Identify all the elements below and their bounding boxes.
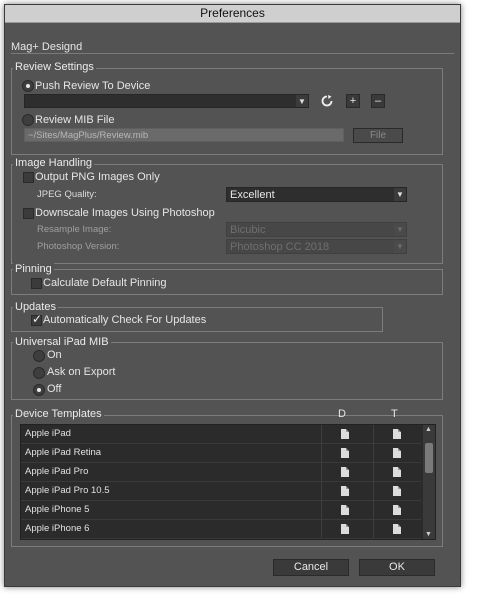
- device-name: Apple iPad Pro 10.5: [25, 485, 110, 496]
- universal-mib-title: Universal iPad MIB: [13, 336, 111, 348]
- device-templates-table: Apple iPad Apple iPad Retina Apple iPad …: [20, 424, 436, 540]
- window-title: Preferences: [5, 5, 460, 23]
- calculate-pinning-label: Calculate Default Pinning: [43, 277, 167, 289]
- photoshop-version-label: Photoshop Version:: [37, 241, 120, 252]
- document-icon[interactable]: [341, 505, 349, 515]
- review-settings-title: Review Settings: [13, 61, 96, 73]
- resample-dropdown[interactable]: Bicubic ▼: [226, 222, 407, 237]
- scroll-up-icon[interactable]: ▲: [425, 426, 432, 433]
- chevron-down-icon: ▼: [394, 240, 406, 253]
- document-icon[interactable]: [393, 429, 401, 439]
- push-review-radio[interactable]: [22, 80, 34, 92]
- device-name: Apple iPad Pro: [25, 466, 89, 477]
- column-d-header: D: [338, 408, 346, 420]
- universal-ask-label: Ask on Export: [47, 366, 116, 378]
- output-png-checkbox[interactable]: [23, 172, 34, 183]
- downscale-checkbox[interactable]: [23, 208, 34, 219]
- chevron-down-icon: ▼: [296, 95, 308, 107]
- cancel-button[interactable]: Cancel: [273, 559, 349, 576]
- universal-ask-radio[interactable]: [33, 367, 45, 379]
- table-row[interactable]: Apple iPhone 6: [21, 520, 421, 539]
- document-icon[interactable]: [393, 467, 401, 477]
- divider: [373, 520, 374, 538]
- document-icon[interactable]: [341, 448, 349, 458]
- document-icon[interactable]: [393, 524, 401, 534]
- table-row[interactable]: Apple iPhone 5: [21, 501, 421, 520]
- image-handling-title: Image Handling: [13, 157, 95, 169]
- device-name: Apple iPad Retina: [25, 447, 102, 458]
- device-name: Apple iPad: [25, 428, 71, 439]
- calculate-pinning-checkbox[interactable]: [31, 278, 42, 289]
- divider: [321, 482, 322, 500]
- mib-path-field[interactable]: ~/Sites/MagPlus/Review.mib: [24, 128, 344, 142]
- push-review-label: Push Review To Device: [35, 80, 151, 92]
- pinning-title: Pinning: [13, 263, 54, 275]
- device-templates-title: Device Templates: [13, 408, 104, 420]
- document-icon[interactable]: [341, 524, 349, 534]
- divider: [321, 520, 322, 538]
- table-row[interactable]: Apple iPad Pro: [21, 463, 421, 482]
- refresh-icon[interactable]: [321, 95, 333, 107]
- divider: [373, 444, 374, 462]
- column-t-header: T: [391, 408, 398, 420]
- chevron-down-icon: ▼: [394, 223, 406, 236]
- jpeg-quality-dropdown[interactable]: Excellent ▼: [226, 187, 407, 202]
- divider: [373, 463, 374, 481]
- chevron-down-icon: ▼: [394, 188, 406, 201]
- device-name: Apple iPhone 6: [25, 523, 90, 534]
- document-icon[interactable]: [341, 429, 349, 439]
- table-row[interactable]: Apple iPad Retina: [21, 444, 421, 463]
- universal-on-label: On: [47, 349, 62, 361]
- divider: [321, 501, 322, 519]
- photoshop-version-dropdown[interactable]: Photoshop CC 2018 ▼: [226, 239, 407, 254]
- document-icon[interactable]: [341, 486, 349, 496]
- scroll-down-icon[interactable]: ▼: [425, 531, 432, 538]
- resample-value: Bicubic: [230, 224, 266, 236]
- divider: [373, 482, 374, 500]
- divider: [321, 463, 322, 481]
- output-png-label: Output PNG Images Only: [35, 171, 160, 183]
- universal-off-radio[interactable]: [33, 384, 45, 396]
- remove-button[interactable]: –: [371, 94, 385, 108]
- table-row[interactable]: Apple iPad Pro 10.5: [21, 482, 421, 501]
- downscale-label: Downscale Images Using Photoshop: [35, 207, 215, 219]
- file-button[interactable]: File: [353, 128, 403, 143]
- document-icon[interactable]: [393, 486, 401, 496]
- divider: [11, 53, 454, 54]
- divider: [321, 444, 322, 462]
- jpeg-quality-value: Excellent: [230, 189, 275, 201]
- table-scrollbar[interactable]: ▲ ▼: [423, 425, 435, 539]
- scroll-thumb[interactable]: [425, 443, 433, 473]
- divider: [373, 425, 374, 443]
- divider: [373, 501, 374, 519]
- add-button[interactable]: +: [346, 94, 360, 108]
- auto-update-checkbox[interactable]: [31, 312, 42, 326]
- preferences-window: Preferences Mag+ Designd Review Settings…: [4, 4, 461, 587]
- review-mib-label: Review MIB File: [35, 114, 115, 126]
- jpeg-quality-label: JPEG Quality:: [37, 189, 97, 200]
- universal-off-label: Off: [47, 383, 62, 395]
- auto-update-label: Automatically Check For Updates: [43, 314, 207, 326]
- resample-label: Resample Image:: [37, 224, 112, 235]
- device-dropdown[interactable]: ▼: [24, 94, 309, 108]
- ok-button[interactable]: OK: [359, 559, 435, 576]
- divider: [321, 425, 322, 443]
- document-icon[interactable]: [341, 467, 349, 477]
- app-name: Mag+ Designd: [11, 41, 83, 53]
- review-mib-radio[interactable]: [22, 114, 34, 126]
- device-name: Apple iPhone 5: [25, 504, 90, 515]
- document-icon[interactable]: [393, 505, 401, 515]
- photoshop-version-value: Photoshop CC 2018: [230, 241, 330, 253]
- document-icon[interactable]: [393, 448, 401, 458]
- universal-on-radio[interactable]: [33, 350, 45, 362]
- table-row[interactable]: Apple iPad: [21, 425, 421, 444]
